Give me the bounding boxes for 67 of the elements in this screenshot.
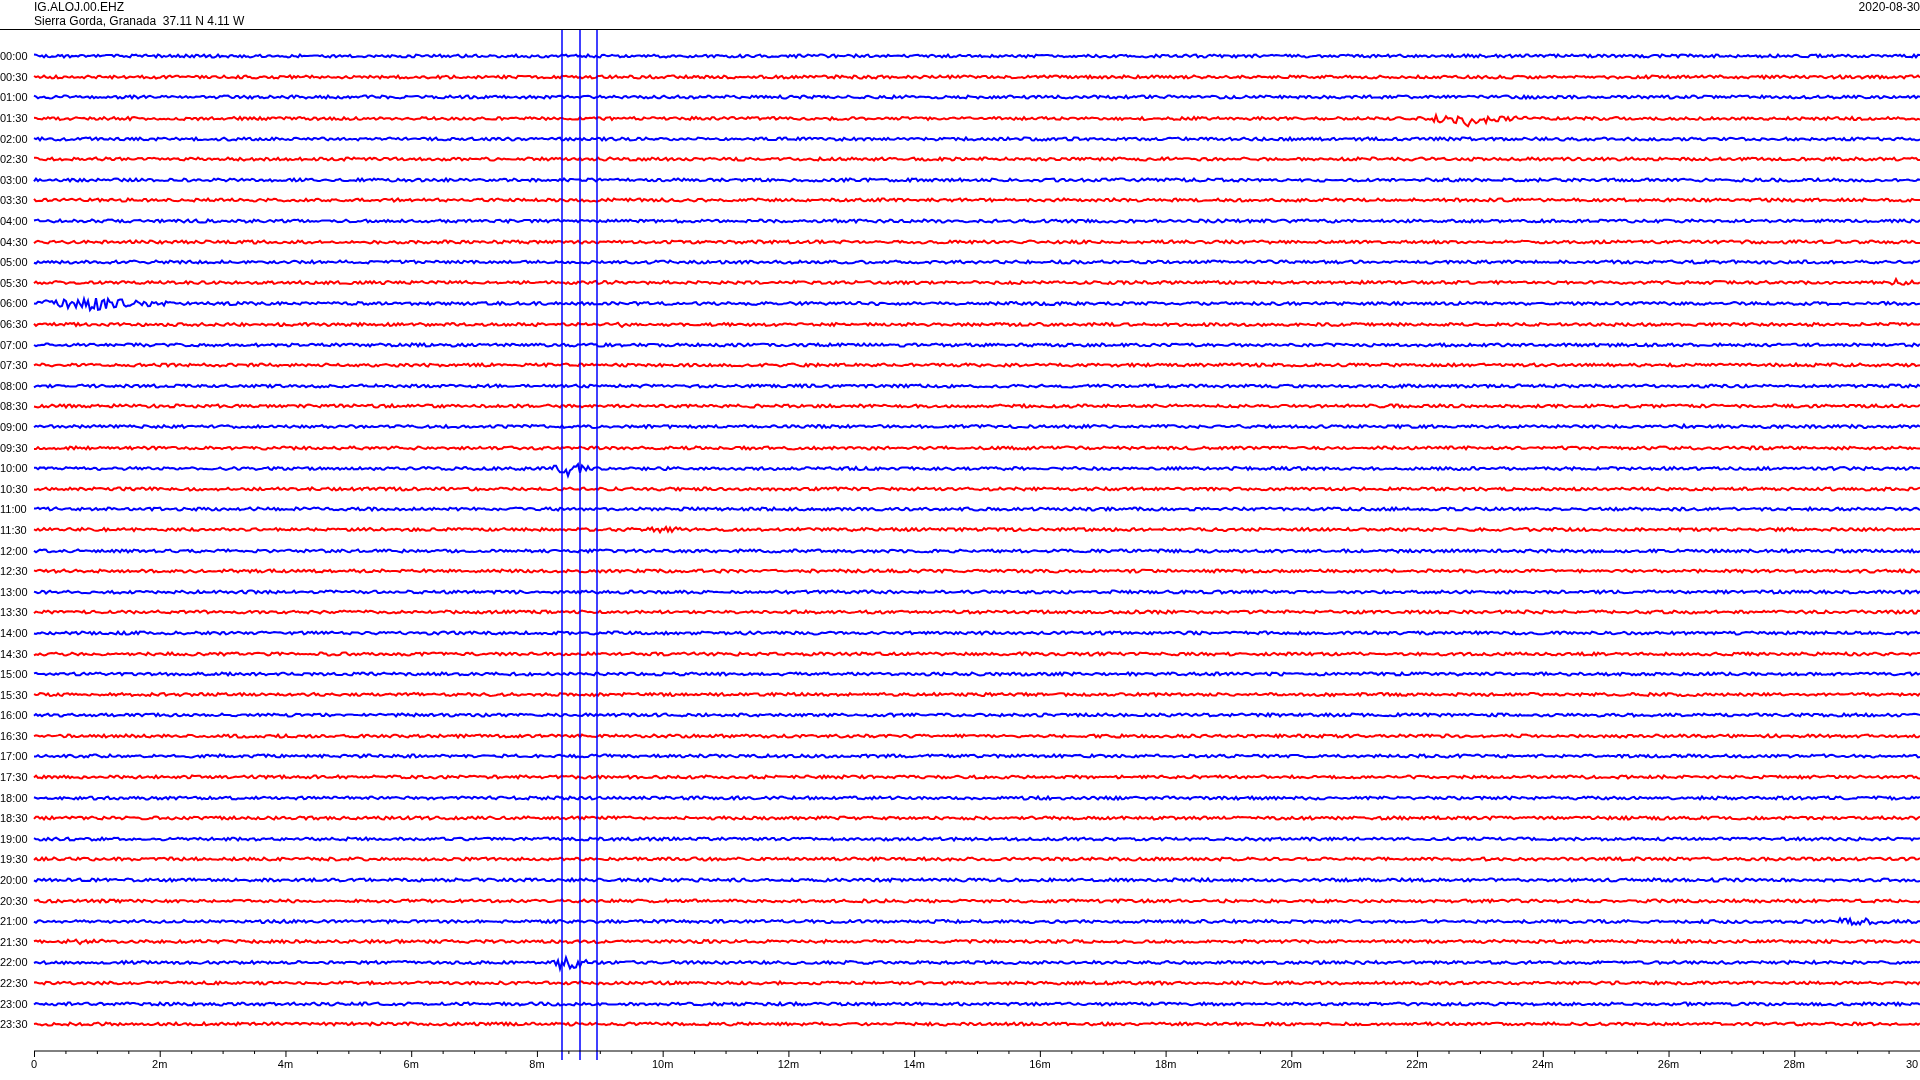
tick-label: 6m [403, 1058, 419, 1070]
station-location: Sierra Gorda, Granada 37.11 N 4.11 W [34, 14, 245, 28]
tick-label: 26m [1657, 1058, 1680, 1070]
time-label: 21:30 [0, 935, 29, 948]
time-label: 10:00 [0, 462, 29, 475]
tick-label: 14m [903, 1058, 925, 1070]
time-label: 20:30 [0, 894, 29, 907]
tick-label: 2m [152, 1058, 168, 1070]
time-label: 01:30 [0, 112, 29, 125]
plot-date: 2020-08-30 [1858, 0, 1920, 16]
time-label: 04:00 [0, 215, 29, 228]
time-label: 15:00 [0, 668, 29, 681]
time-label: 00:30 [0, 70, 29, 83]
time-label: 21:00 [0, 915, 29, 928]
time-label: 17:30 [0, 771, 29, 784]
tick-label: 20m [1280, 1058, 1303, 1070]
time-label: 16:00 [0, 709, 29, 722]
time-label: 19:00 [0, 832, 29, 845]
time-label: 07:00 [0, 338, 29, 351]
time-label: 14:00 [0, 626, 29, 639]
tick-label: 8m [529, 1058, 545, 1070]
time-label: 00:00 [0, 50, 29, 63]
time-label: 08:30 [0, 400, 29, 413]
time-label: 08:00 [0, 379, 29, 392]
time-label: 17:00 [0, 750, 29, 763]
time-label: 03:30 [0, 194, 29, 207]
time-label: 18:30 [0, 812, 29, 825]
time-label: 23:00 [0, 997, 29, 1010]
time-label: 10:30 [0, 482, 29, 495]
time-label: 02:30 [0, 153, 29, 166]
tick-label: 18m [1154, 1058, 1177, 1070]
time-label: 05:00 [0, 256, 29, 269]
tick-label: 24m [1532, 1058, 1554, 1070]
time-label: 12:00 [0, 544, 29, 557]
time-label: 09:30 [0, 441, 29, 454]
time-label: 04:30 [0, 235, 29, 248]
time-label: 11:30 [0, 523, 28, 536]
tick-label: 12m [777, 1058, 800, 1070]
time-label: 18:00 [0, 791, 29, 804]
tick-label: 4m [277, 1058, 294, 1070]
time-label: 20:00 [0, 874, 29, 887]
tick-label: 22m [1406, 1058, 1428, 1070]
tick-label: 10m [651, 1058, 674, 1070]
tick-label: 16m [1029, 1058, 1051, 1070]
time-label: 06:00 [0, 297, 29, 310]
time-label: 07:30 [0, 359, 29, 372]
time-label: 16:30 [0, 729, 29, 742]
time-label: 15:30 [0, 688, 29, 701]
station-code: IG.ALOJ.00.EHZ [34, 0, 126, 14]
time-label: 05:30 [0, 276, 29, 289]
time-label: 23:30 [0, 1018, 29, 1031]
time-label: 03:00 [0, 173, 29, 186]
time-label: 06:30 [0, 318, 29, 330]
time-label: 22:00 [0, 956, 29, 969]
tick-label: 0 [30, 1058, 38, 1070]
tick-label: 28m [1783, 1058, 1805, 1070]
time-label: 12:30 [0, 565, 29, 578]
tick-label: 30 [1905, 1058, 1919, 1070]
time-label: 22:30 [0, 977, 29, 989]
time-label: 11:00 [0, 503, 28, 516]
time-label: 19:30 [0, 853, 29, 866]
time-label: 14:30 [0, 647, 29, 660]
time-label: 01:00 [0, 91, 29, 104]
time-label: 13:30 [0, 606, 29, 619]
time-label: 09:00 [0, 421, 29, 433]
time-label: 13:00 [0, 585, 29, 598]
time-label: 02:00 [0, 132, 29, 145]
